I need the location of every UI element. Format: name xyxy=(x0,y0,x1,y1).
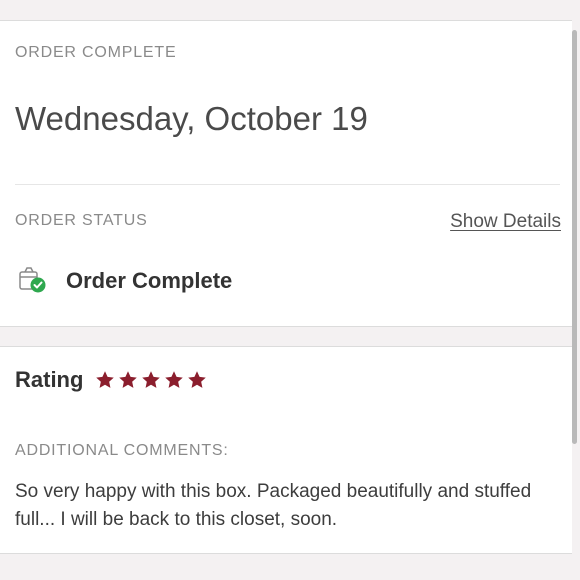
order-complete-heading: ORDER COMPLETE xyxy=(15,44,177,61)
order-date: Wednesday, October 19 xyxy=(15,100,368,137)
star-icon xyxy=(96,371,115,388)
rating-stars xyxy=(95,370,210,390)
package-complete-icon xyxy=(19,267,46,293)
rating-label: Rating xyxy=(15,367,84,392)
order-card: ORDER COMPLETE Wednesday, October 19 ORD… xyxy=(0,20,572,327)
additional-comments-text: So very happy with this box. Packaged be… xyxy=(15,481,532,530)
star-icon xyxy=(188,371,207,388)
order-status-row: Order Complete xyxy=(18,267,232,295)
star-icon xyxy=(142,371,161,388)
rating-row: Rating xyxy=(15,367,210,393)
rating-card: Rating ADDITIONAL COMMENTS: So very happ… xyxy=(0,346,572,554)
star-icon xyxy=(119,371,138,388)
additional-comments-heading: ADDITIONAL COMMENTS: xyxy=(15,442,229,459)
show-details-link[interactable]: Show Details xyxy=(450,211,561,233)
star-icon xyxy=(165,371,184,388)
scrollbar[interactable] xyxy=(572,30,577,444)
divider xyxy=(15,184,560,185)
order-status-text: Order Complete xyxy=(66,268,233,293)
order-details-page: ORDER COMPLETE Wednesday, October 19 ORD… xyxy=(0,0,580,580)
order-status-heading: ORDER STATUS xyxy=(15,212,148,229)
